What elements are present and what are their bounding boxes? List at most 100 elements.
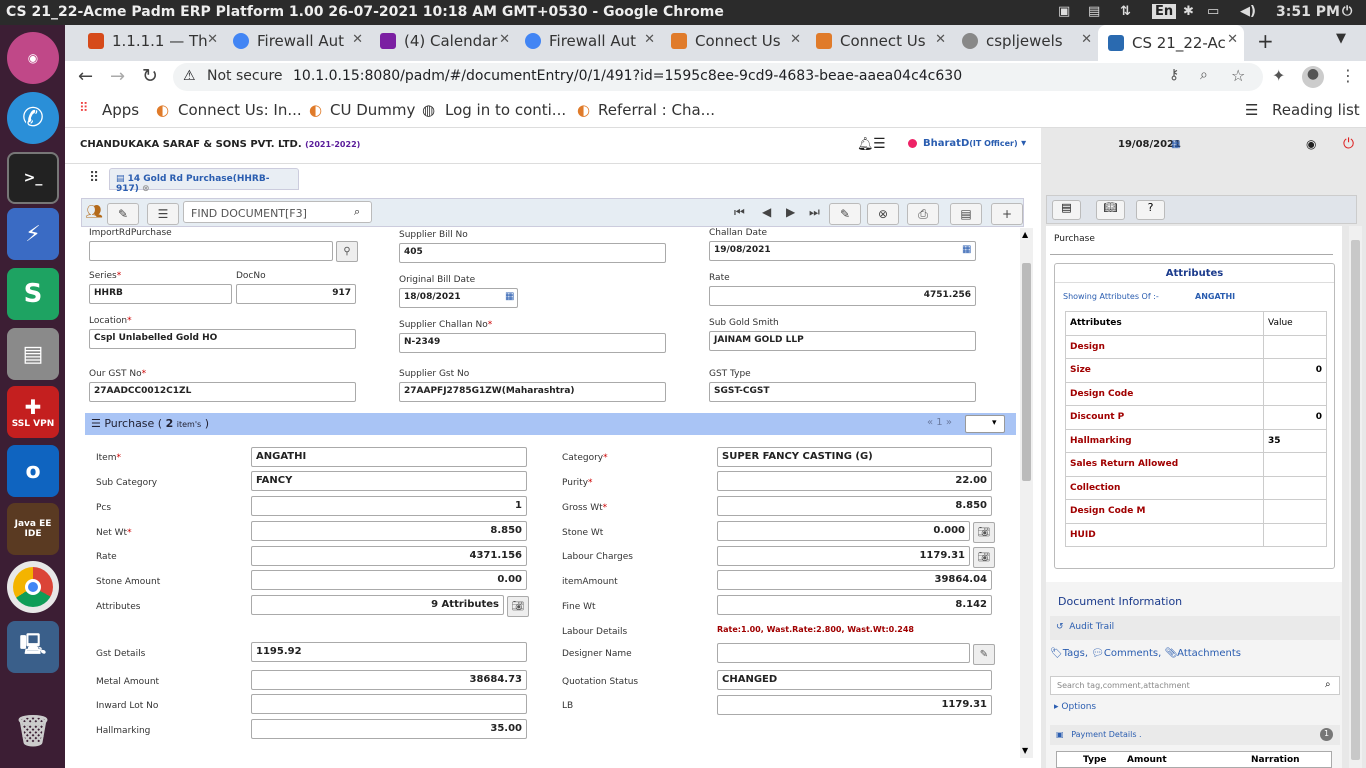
outlook-icon[interactable]: o	[7, 445, 59, 497]
gross-wt-input[interactable]: 8.850	[717, 496, 992, 516]
our-gst-input[interactable]: 27AADCC0012C1ZL	[89, 382, 356, 402]
edit-document-button[interactable]: ✎	[107, 203, 139, 225]
screenshot-indicator-icon[interactable]: ▣	[1058, 4, 1070, 19]
phone-icon[interactable]: ✆	[7, 92, 59, 144]
browser-tab-active[interactable]: CS 21_22-Ac ✕	[1098, 25, 1244, 61]
browser-tab[interactable]: (4) Calendar ✕	[380, 25, 516, 57]
search-icon[interactable]: ⌕	[1325, 679, 1331, 690]
notification-bell-icon[interactable]: 🔔︎	[857, 137, 874, 152]
quotation-status-input[interactable]: CHANGED	[717, 670, 992, 690]
stone-amount-input[interactable]: 0.00	[251, 570, 527, 590]
labour-charges-input[interactable]: 1179.31	[717, 546, 970, 566]
back-icon[interactable]: ←	[78, 66, 93, 87]
close-tab-icon[interactable]: ✕	[499, 32, 510, 47]
bookmark-item[interactable]: Referral : Cha...	[598, 101, 715, 119]
labour-camera-icon[interactable]: 📷︎	[973, 547, 995, 568]
hide-eye-icon[interactable]: ◉	[1306, 137, 1316, 151]
designer-edit-icon[interactable]: ✎	[973, 644, 995, 665]
terminal-icon[interactable]: >_	[7, 152, 59, 204]
calendar-icon[interactable]: ▦	[1171, 139, 1180, 150]
trash-icon[interactable]: 🗑	[7, 705, 59, 757]
pcs-input[interactable]: 1	[251, 496, 527, 516]
table-row[interactable]: Collection	[1065, 475, 1327, 500]
bookmark-apps[interactable]: Apps	[102, 101, 139, 119]
reload-icon[interactable]: ↻	[142, 65, 158, 87]
browser-menu-icon[interactable]: ⋮	[1340, 66, 1356, 85]
tags-link[interactable]: Tags,	[1063, 648, 1088, 659]
chrome-icon[interactable]	[7, 561, 59, 613]
reading-list[interactable]: Reading list	[1272, 101, 1360, 119]
table-row[interactable]: Discount P0	[1065, 405, 1327, 430]
attachments-link[interactable]: Attachments	[1177, 648, 1241, 659]
zoom-icon[interactable]: ⌕	[1200, 67, 1208, 83]
location-input[interactable]: Cspl Unlabelled Gold HO	[89, 329, 356, 349]
browser-tab[interactable]: cspljewels ✕	[962, 25, 1098, 57]
audit-trail-link[interactable]: ↺ Audit Trail	[1056, 622, 1114, 632]
lb-input[interactable]: 1179.31	[717, 695, 992, 715]
purity-input[interactable]: 22.00	[717, 471, 992, 491]
gst-type-input[interactable]: SGST-CGST	[709, 382, 976, 402]
tab-search-icon[interactable]: ▼	[1336, 31, 1346, 46]
new-tab-button[interactable]: +	[1257, 29, 1274, 53]
browser-tab[interactable]: Connect Us ✕	[816, 25, 952, 57]
network-transfer-icon[interactable]: ⇅	[1120, 4, 1131, 19]
logout-power-icon[interactable]: ⏻	[1343, 136, 1354, 152]
attributes-camera-icon[interactable]: 📷︎	[507, 596, 529, 617]
list-tab-button[interactable]: ▤	[1052, 200, 1081, 220]
document-button[interactable]: ▤	[950, 203, 982, 225]
challan-date-input[interactable]: 19/08/2021	[709, 241, 976, 261]
table-row[interactable]: Hallmarking 35	[1065, 428, 1327, 453]
bluetooth-icon[interactable]: ✱	[1183, 4, 1194, 19]
file-cabinet-icon[interactable]: ▤	[7, 328, 59, 380]
close-tab-icon[interactable]: ✕	[790, 32, 801, 47]
item-amount-input[interactable]: 39864.04	[717, 570, 992, 590]
table-row[interactable]: Design Code M	[1065, 499, 1327, 524]
docno-input[interactable]: 917	[236, 284, 356, 304]
bookmark-star-icon[interactable]: ☆	[1231, 66, 1245, 85]
rate-input[interactable]: 4751.256	[709, 286, 976, 306]
apps-grid-icon[interactable]: ⠿	[79, 101, 89, 116]
form-scrollbar[interactable]: ▲ ▼	[1020, 228, 1033, 758]
battery-icon[interactable]: ▭	[1207, 4, 1219, 19]
search-icon[interactable]: ⌕	[354, 205, 360, 219]
calendar-icon[interactable]: ▦	[962, 244, 971, 255]
browser-tab[interactable]: Firewall Aut ✕	[233, 25, 369, 57]
browser-tab[interactable]: Firewall Aut ✕	[525, 25, 661, 57]
tags-comments-links[interactable]: 🏷︎Tags, 💬︎Comments, 📎︎Attachments	[1050, 648, 1241, 659]
list-view-button[interactable]: ☰	[147, 203, 179, 225]
clock[interactable]: 3:51 PM	[1276, 4, 1340, 20]
close-tab-icon[interactable]: ✕	[935, 32, 946, 47]
gst-details-input[interactable]: 1195.92	[251, 642, 527, 662]
browser-tab[interactable]: 1.1.1.1 — Th ✕	[88, 25, 224, 57]
right-panel-scrollbar[interactable]	[1349, 226, 1362, 768]
table-row[interactable]: Design Code	[1065, 381, 1327, 406]
supplier-gst-input[interactable]: 27AAPFJ2785G1ZW(Maharashtra)	[399, 382, 666, 402]
ssl-vpn-icon[interactable]: ✚ SSL VPN	[7, 386, 59, 438]
import-input[interactable]	[89, 241, 333, 261]
address-bar[interactable]: ⚠ Not secure 10.1.0.15:8080/padm/#/docum…	[173, 63, 1263, 91]
stone-wt-camera-icon[interactable]: 📷︎	[973, 522, 995, 543]
help-button[interactable]: ?	[1136, 200, 1165, 220]
paperclip-icon[interactable]: ⚲	[336, 241, 358, 262]
power-menu-icon[interactable]: ⏻	[1342, 4, 1352, 19]
cancel-doc-button[interactable]: ⊗	[867, 203, 899, 225]
monitor-indicator-icon[interactable]: ▤	[1088, 4, 1100, 19]
profile-avatar[interactable]: ●	[1302, 66, 1324, 88]
first-record-icon[interactable]: ⏮	[734, 205, 745, 220]
add-button[interactable]: +	[991, 203, 1023, 225]
stone-wt-input[interactable]: 0.000	[717, 521, 970, 541]
category-input[interactable]: SUPER FANCY CASTING (G)	[717, 447, 992, 467]
extensions-icon[interactable]: ✦	[1272, 66, 1285, 85]
browser-tab[interactable]: Connect Us ✕	[671, 25, 807, 57]
bookmark-item[interactable]: Connect Us: In...	[178, 101, 302, 119]
inward-lot-input[interactable]	[251, 694, 527, 714]
bookmark-item[interactable]: CU Dummy	[330, 101, 415, 119]
grid-menu-icon[interactable]: ⠿	[89, 170, 99, 186]
supplier-challan-input[interactable]: N-2349	[399, 333, 666, 353]
spreadsheet-icon[interactable]: S	[7, 268, 59, 320]
close-tab-icon[interactable]: ✕	[207, 32, 218, 47]
sub-category-input[interactable]: FANCY	[251, 471, 527, 491]
metal-amount-input[interactable]: 38684.73	[251, 670, 527, 690]
original-bill-date-input[interactable]: 18/08/2021	[399, 288, 518, 308]
prev-record-icon[interactable]: ◀	[762, 205, 771, 219]
